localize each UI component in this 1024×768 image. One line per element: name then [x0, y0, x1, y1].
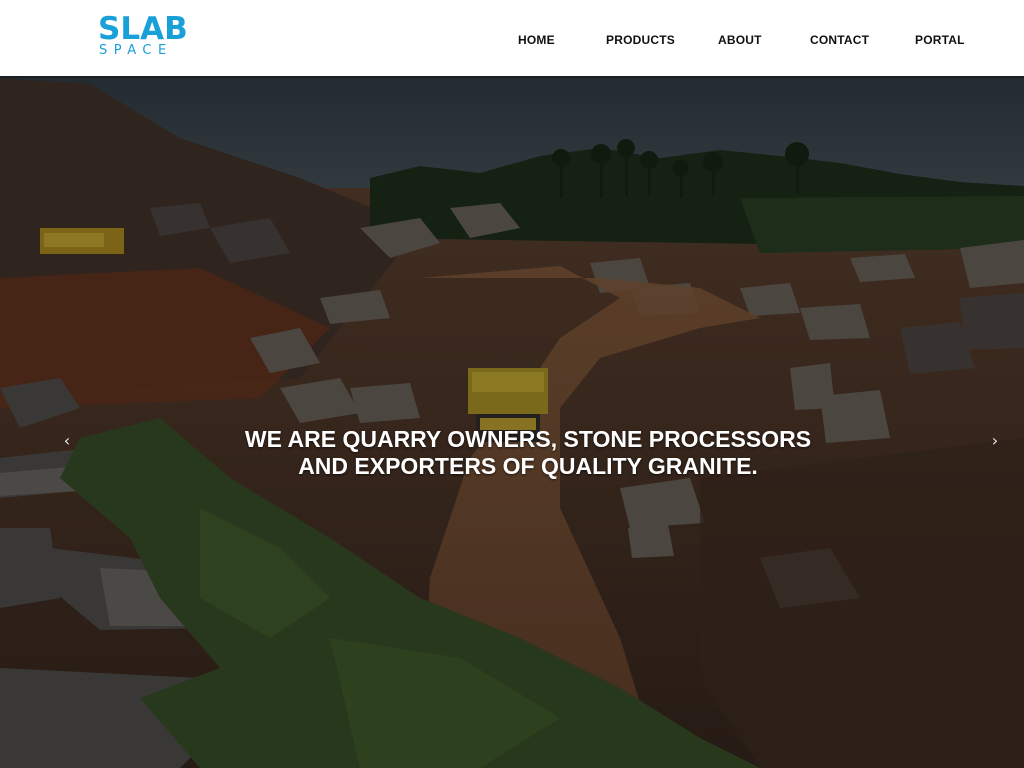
hero-dark-overlay — [0, 78, 1024, 768]
logo[interactable]: SLAB SPACE — [98, 11, 188, 60]
chevron-right-icon[interactable]: › — [985, 430, 1005, 452]
nav-about-link[interactable]: ABOUT — [718, 33, 762, 47]
site-header: SLAB SPACE HOME PRODUCTS ABOUT CONTACT P… — [0, 0, 1024, 78]
chevron-left-icon[interactable]: ‹ — [57, 430, 77, 452]
hero-headline: WE ARE QUARRY OWNERS, STONE PROCESSORS A… — [0, 426, 1024, 480]
nav-portal-link[interactable]: PORTAL — [915, 33, 965, 47]
logo-wordmark-top: SLAB — [98, 11, 188, 47]
nav-products-link[interactable]: PRODUCTS — [606, 33, 675, 47]
hero-headline-line-2: AND EXPORTERS OF QUALITY GRANITE. — [298, 453, 758, 479]
logo-wordmark-bottom: SPACE — [99, 43, 173, 58]
hero-headline-line-1: WE ARE QUARRY OWNERS, STONE PROCESSORS — [244, 426, 812, 452]
nav-home-link[interactable]: HOME — [518, 33, 555, 47]
hero-slider: WE ARE QUARRY OWNERS, STONE PROCESSORS A… — [0, 78, 1024, 768]
nav-contact-link[interactable]: CONTACT — [810, 33, 869, 47]
